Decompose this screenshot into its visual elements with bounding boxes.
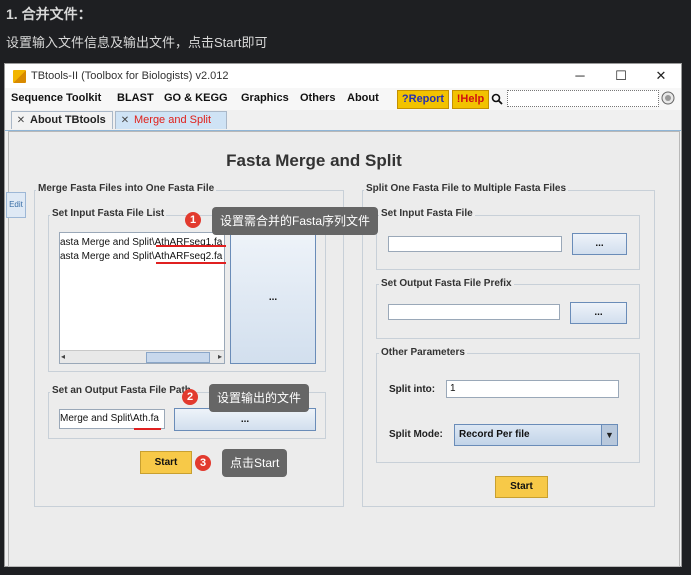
split-output-label: Set Output Fasta File Prefix: [379, 278, 514, 289]
input-list-label: Set Input Fasta File List: [50, 208, 167, 219]
split-input-label: Set Input Fasta File: [379, 208, 475, 219]
split-prefix-field[interactable]: [388, 304, 560, 320]
horizontal-scrollbar[interactable]: ◂ ▸: [60, 350, 224, 363]
page-title: Fasta Merge and Split: [226, 151, 402, 170]
merge-start-button[interactable]: Start: [140, 451, 192, 474]
highlight-underline: [156, 262, 226, 264]
doc-heading: 1. 合并文件：: [6, 6, 92, 22]
split-into-label: Split into:: [389, 384, 436, 395]
tab-label: Merge and Split: [134, 114, 212, 126]
tab-about-tbtools[interactable]: ✕ About TBtools: [11, 111, 113, 129]
doc-instruction: 设置输入文件信息及输出文件，点击Start即可: [6, 35, 268, 50]
input-file-list[interactable]: asta Merge and Split\AthARFseq1.fa asta …: [59, 232, 225, 364]
annotation-callout: 设置需合并的Fasta序列文件: [212, 207, 379, 235]
split-output-browse-button[interactable]: ...: [570, 302, 627, 324]
scroll-left-icon[interactable]: ◂: [61, 352, 65, 361]
tab-close-icon[interactable]: ✕: [120, 116, 130, 126]
chevron-down-icon[interactable]: ▼: [601, 425, 617, 445]
split-mode-label: Split Mode:: [389, 429, 443, 440]
tbtools-logo-icon: [13, 70, 26, 83]
list-item[interactable]: asta Merge and Split\AthARFseq2.fa: [60, 251, 222, 262]
merge-group-label: Merge Fasta Files into One Fasta File: [36, 183, 217, 194]
close-button[interactable]: ✕: [648, 67, 674, 85]
menu-blast[interactable]: BLAST: [117, 92, 154, 104]
other-params-group: [376, 353, 640, 463]
scroll-right-icon[interactable]: ▸: [218, 352, 222, 361]
window-title: TBtools-II (Toolbox for Biologists) v2.0…: [31, 70, 229, 82]
split-mode-select[interactable]: Record Per file ▼: [454, 424, 618, 446]
search-input[interactable]: [507, 90, 659, 107]
menu-about[interactable]: About: [347, 92, 379, 104]
other-params-label: Other Parameters: [379, 347, 467, 358]
menu-graphics[interactable]: Graphics: [241, 92, 289, 104]
tab-close-icon[interactable]: ✕: [16, 116, 26, 126]
side-badge: Edit: [6, 192, 26, 218]
output-path-field[interactable]: Merge and Split\Ath.fa: [59, 409, 165, 429]
minimize-button[interactable]: ─: [567, 67, 593, 85]
tab-label: About TBtools: [30, 114, 106, 126]
menu-others[interactable]: Others: [300, 92, 335, 104]
maximize-button[interactable]: ☐: [608, 67, 634, 85]
menu-go-kegg[interactable]: GO & KEGG: [164, 92, 228, 104]
report-button[interactable]: ?Report: [397, 90, 449, 109]
annotation-number: 3: [195, 455, 211, 471]
split-input-browse-button[interactable]: ...: [572, 233, 627, 255]
split-start-button[interactable]: Start: [495, 476, 548, 498]
settings-gear-icon[interactable]: [661, 91, 675, 105]
title-bar: TBtools-II (Toolbox for Biologists) v2.0…: [5, 64, 681, 88]
split-mode-value: Record Per file: [459, 429, 530, 440]
split-input-field[interactable]: [388, 236, 562, 252]
highlight-underline: [156, 245, 226, 247]
output-path-label: Set an Output Fasta File Path: [50, 385, 193, 396]
help-button[interactable]: !Help: [452, 90, 489, 109]
split-group-label: Split One Fasta File to Multiple Fasta F…: [364, 183, 569, 194]
search-icon[interactable]: [491, 93, 503, 105]
highlight-underline: [134, 428, 161, 430]
split-into-field[interactable]: 1: [446, 380, 619, 398]
add-files-button[interactable]: ...: [230, 232, 316, 364]
annotation-callout: 点击Start: [222, 449, 288, 477]
annotation-number: 1: [185, 212, 201, 228]
scroll-thumb[interactable]: [146, 352, 210, 363]
menu-sequence-toolkit[interactable]: Sequence Toolkit: [11, 92, 101, 104]
annotation-number: 2: [182, 389, 198, 405]
tab-merge-and-split[interactable]: ✕ Merge and Split: [115, 111, 227, 129]
annotation-callout: 设置输出的文件: [209, 384, 310, 412]
